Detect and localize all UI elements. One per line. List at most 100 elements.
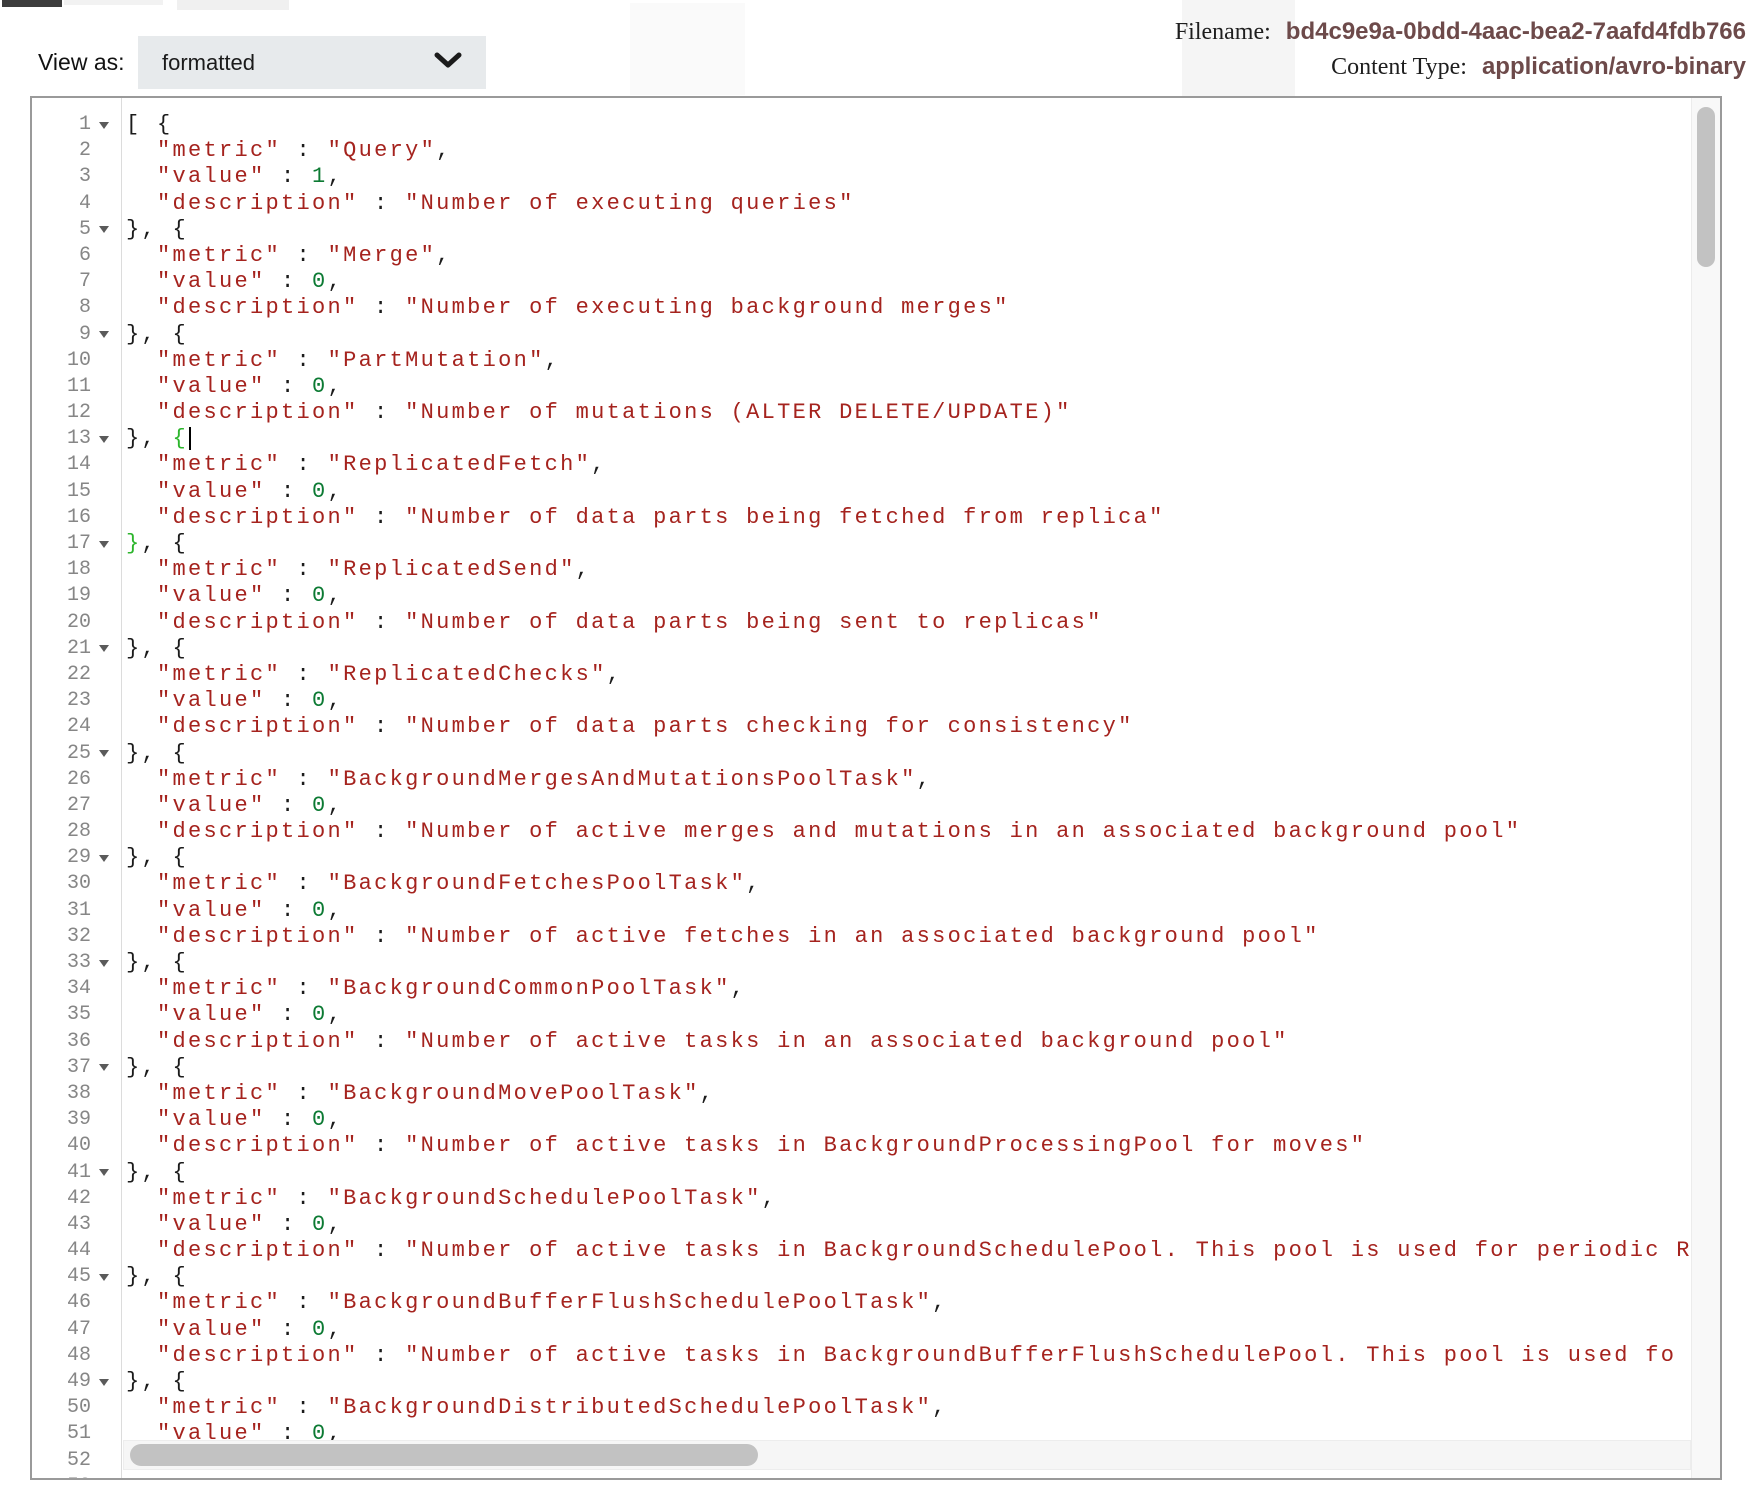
code-line[interactable]: }, { <box>126 1160 1691 1186</box>
code-line[interactable]: "metric" : "ReplicatedChecks", <box>126 662 1691 688</box>
code-line[interactable]: "description" : "Number of active tasks … <box>126 1029 1691 1055</box>
fold-toggle-icon[interactable] <box>99 1274 109 1281</box>
gutter-line: 32 <box>32 924 121 950</box>
vertical-scrollbar[interactable] <box>1691 98 1720 1478</box>
gutter-line: 42 <box>32 1186 121 1212</box>
fold-toggle-icon[interactable] <box>99 226 109 233</box>
code-line[interactable]: }, { <box>126 426 1691 452</box>
code-line[interactable]: "metric" : "BackgroundBufferFlushSchedul… <box>126 1290 1691 1316</box>
fold-slot <box>91 636 117 662</box>
code-line[interactable]: }, { <box>126 950 1691 976</box>
code-line[interactable]: "description" : "Number of active tasks … <box>126 1238 1691 1264</box>
code-line[interactable]: }, { <box>126 531 1691 557</box>
line-number: 36 <box>67 1029 91 1055</box>
gutter-line: 12 <box>32 400 121 426</box>
code-line[interactable]: }, { <box>126 1369 1691 1395</box>
code-line[interactable]: }, { <box>126 322 1691 348</box>
code-line[interactable]: "metric" : "Query", <box>126 138 1691 164</box>
fold-toggle-icon[interactable] <box>99 122 109 129</box>
code-line[interactable]: "value" : 0, <box>126 583 1691 609</box>
fold-slot <box>91 505 117 531</box>
code-line[interactable]: }, { <box>126 217 1691 243</box>
fold-slot <box>91 1474 117 1478</box>
fold-toggle-icon[interactable] <box>99 331 109 338</box>
code-line[interactable]: "value" : 0, <box>126 688 1691 714</box>
code-line[interactable]: "value" : 0, <box>126 269 1691 295</box>
code-line[interactable]: "value" : 0, <box>126 1212 1691 1238</box>
code-line[interactable]: "value" : 0, <box>126 1317 1691 1343</box>
gutter-line: 30 <box>32 871 121 897</box>
code-line[interactable]: "metric" : "BackgroundDistributedSchedul… <box>126 1395 1691 1421</box>
code-line[interactable]: "metric" : "Merge", <box>126 243 1691 269</box>
horizontal-scrollbar-thumb[interactable] <box>130 1444 758 1466</box>
code-line[interactable]: "metric" : "BackgroundSchedulePoolTask", <box>126 1186 1691 1212</box>
code-line[interactable]: "description" : "Number of active merges… <box>126 819 1691 845</box>
code-line[interactable]: "description" : "Number of active tasks … <box>126 1343 1691 1369</box>
fold-slot <box>91 1238 117 1264</box>
code-line[interactable]: "description" : "Number of active tasks … <box>126 1133 1691 1159</box>
code-line[interactable]: "description" : "Number of executing que… <box>126 191 1691 217</box>
code-line[interactable] <box>126 1474 1691 1478</box>
fold-toggle-icon[interactable] <box>99 855 109 862</box>
code-lines[interactable]: [ { "metric" : "Query", "value" : 1, "de… <box>123 98 1691 1478</box>
fold-toggle-icon[interactable] <box>99 750 109 757</box>
fold-slot <box>91 688 117 714</box>
code-line[interactable]: "value" : 1, <box>126 164 1691 190</box>
vertical-scrollbar-thumb[interactable] <box>1697 107 1715 267</box>
code-line[interactable]: }, { <box>126 636 1691 662</box>
fold-slot <box>91 1290 117 1316</box>
code-line[interactable]: "value" : 0, <box>126 1002 1691 1028</box>
code-line[interactable]: "value" : 0, <box>126 479 1691 505</box>
code-line[interactable]: "description" : "Number of active fetche… <box>126 924 1691 950</box>
line-number: 8 <box>79 295 91 321</box>
gutter-line: 9 <box>32 322 121 348</box>
code-line[interactable]: "metric" : "ReplicatedSend", <box>126 557 1691 583</box>
line-number: 38 <box>67 1081 91 1107</box>
gutter-line: 47 <box>32 1317 121 1343</box>
code-line[interactable]: "description" : "Number of data parts be… <box>126 610 1691 636</box>
code-line[interactable]: }, { <box>126 741 1691 767</box>
fold-toggle-icon[interactable] <box>99 541 109 548</box>
fold-toggle-icon[interactable] <box>99 645 109 652</box>
code-editor[interactable]: 1234567891011121314151617181920212223242… <box>30 96 1722 1480</box>
gutter-line: 16 <box>32 505 121 531</box>
code-line[interactable]: }, { <box>126 1264 1691 1290</box>
horizontal-scrollbar[interactable] <box>123 1440 1691 1470</box>
code-line[interactable]: [ { <box>126 112 1691 138</box>
code-line[interactable]: "description" : "Number of data parts ch… <box>126 714 1691 740</box>
code-line[interactable]: }, { <box>126 845 1691 871</box>
line-number: 4 <box>79 191 91 217</box>
code-line[interactable]: "value" : 0, <box>126 1107 1691 1133</box>
code-line[interactable]: "metric" : "BackgroundFetchesPoolTask", <box>126 871 1691 897</box>
fold-toggle-icon[interactable] <box>99 960 109 967</box>
fold-slot <box>91 1395 117 1421</box>
line-number: 12 <box>67 400 91 426</box>
line-number: 21 <box>67 636 91 662</box>
gutter-line: 25 <box>32 741 121 767</box>
code-line[interactable]: "metric" : "BackgroundMergesAndMutations… <box>126 767 1691 793</box>
code-line[interactable]: "value" : 0, <box>126 793 1691 819</box>
fold-toggle-icon[interactable] <box>99 1064 109 1071</box>
code-line[interactable]: "metric" : "BackgroundCommonPoolTask", <box>126 976 1691 1002</box>
gutter-line: 34 <box>32 976 121 1002</box>
view-as-select[interactable]: formatted <box>138 36 486 89</box>
code-line[interactable]: "description" : "Number of executing bac… <box>126 295 1691 321</box>
code-line[interactable]: "metric" : "ReplicatedFetch", <box>126 452 1691 478</box>
gutter-line: 46 <box>32 1290 121 1316</box>
content-type-value: application/avro-binary <box>1482 53 1746 80</box>
code-line[interactable]: "metric" : "PartMutation", <box>126 348 1691 374</box>
gutter-line: 49 <box>32 1369 121 1395</box>
line-number: 34 <box>67 976 91 1002</box>
code-line[interactable]: "value" : 0, <box>126 374 1691 400</box>
fold-toggle-icon[interactable] <box>99 436 109 443</box>
line-number: 22 <box>67 662 91 688</box>
fold-toggle-icon[interactable] <box>99 1169 109 1176</box>
fold-toggle-icon[interactable] <box>99 1379 109 1386</box>
code-line[interactable]: "description" : "Number of mutations (AL… <box>126 400 1691 426</box>
fold-slot <box>91 1421 117 1447</box>
code-line[interactable]: "metric" : "BackgroundMovePoolTask", <box>126 1081 1691 1107</box>
line-number: 7 <box>79 269 91 295</box>
code-line[interactable]: }, { <box>126 1055 1691 1081</box>
code-line[interactable]: "value" : 0, <box>126 898 1691 924</box>
code-line[interactable]: "description" : "Number of data parts be… <box>126 505 1691 531</box>
